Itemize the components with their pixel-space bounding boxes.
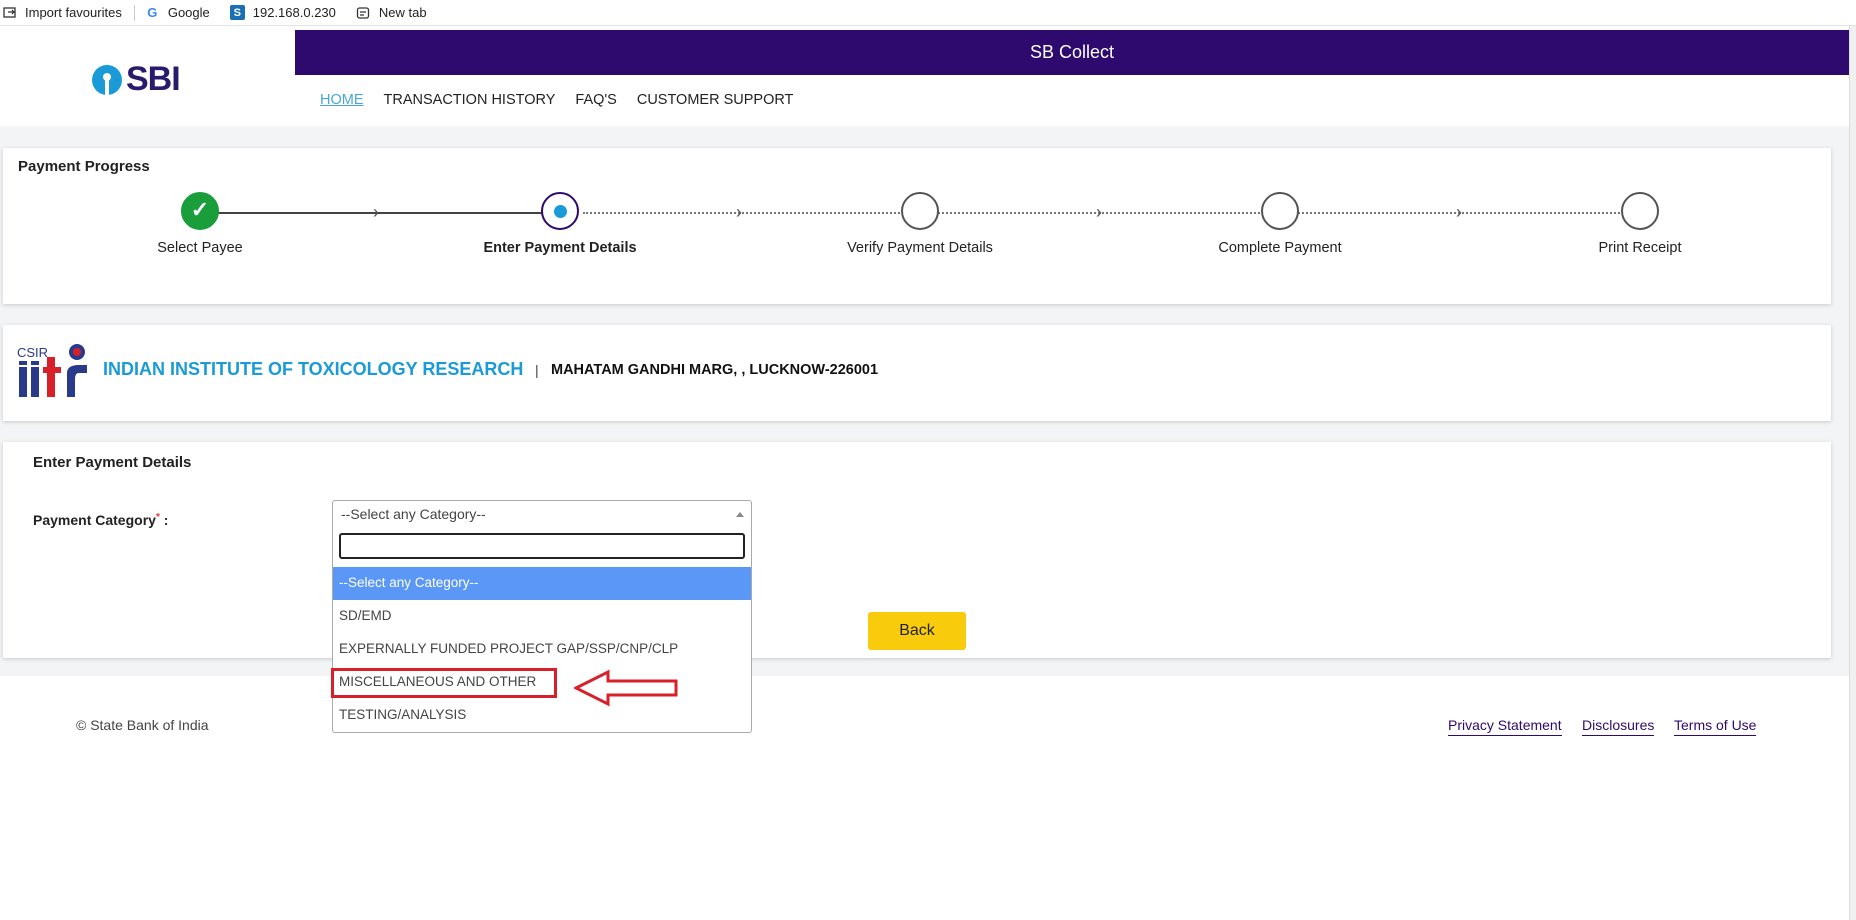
payment-category-select[interactable]: --Select any Category-- (332, 500, 752, 528)
bookmark-label: Import favourites (25, 5, 122, 20)
bookmark-label: New tab (378, 5, 427, 20)
bookmark-new-tab[interactable]: New tab (356, 5, 427, 20)
nav-transaction-history[interactable]: TRANSACTION HISTORY (384, 92, 556, 108)
payment-progress-card: Payment Progress › › › › ✓ Select Payee … (3, 148, 1831, 304)
dropdown-option-externally-funded[interactable]: EXPERNALLY FUNDED PROJECT GAP/SSP/CNP/CL… (333, 633, 751, 666)
dropdown-option-testing-analysis[interactable]: TESTING/ANALYSIS (333, 699, 751, 732)
disclosures-link[interactable]: Disclosures (1582, 717, 1655, 736)
dropdown-option-select-any[interactable]: --Select any Category-- (333, 567, 751, 600)
annotation-arrow-icon (574, 669, 678, 707)
chevron-right-icon: › (736, 202, 742, 222)
check-icon: ✓ (190, 197, 210, 222)
sbi-logo-icon (92, 64, 122, 95)
site-header: SBI SB Collect HOME TRANSACTION HISTORY … (0, 30, 1849, 126)
step-complete-payment: Complete Payment (1180, 192, 1380, 256)
payee-address: MAHATAM GANDHI MARG, , LUCKNOW-226001 (551, 362, 879, 378)
sbi-logo-text: SBI (126, 60, 181, 98)
caret-up-icon (736, 512, 744, 517)
selected-category: --Select any Category-- (341, 506, 486, 522)
site-s-icon: S (229, 5, 245, 20)
payment-category-label: Payment Category* : (33, 512, 168, 528)
payee-name: INDIAN INSTITUTE OF TOXICOLOGY RESEARCH (103, 359, 524, 379)
dropdown-search-input[interactable] (339, 533, 745, 559)
back-button[interactable]: Back (868, 612, 966, 650)
app-title: SB Collect (1029, 42, 1115, 62)
import-icon (2, 5, 17, 20)
bookmark-local-ip[interactable]: S 192.168.0.230 (229, 5, 336, 20)
sbi-logo[interactable]: SBI (92, 60, 181, 99)
nav-faqs[interactable]: FAQ'S (575, 92, 616, 108)
privacy-statement-link[interactable]: Privacy Statement (1448, 717, 1562, 736)
payment-details-title: Enter Payment Details (33, 454, 192, 471)
payment-category-label-text: Payment Category (33, 512, 156, 528)
step-label: Select Payee (157, 240, 243, 256)
chevron-right-icon: › (373, 202, 379, 222)
step-print-receipt: Print Receipt (1540, 192, 1740, 256)
main-nav: HOME TRANSACTION HISTORY FAQ'S CUSTOMER … (320, 92, 813, 108)
bookmark-import-favourites[interactable]: Import favourites (2, 5, 122, 20)
step-pending-icon (1261, 192, 1299, 230)
google-icon: G (147, 5, 158, 20)
footer-copyright: © State Bank of India (76, 717, 209, 733)
iitr-logo: CSIR (17, 343, 93, 399)
chevron-right-icon: › (1096, 202, 1102, 222)
footer-links: Privacy Statement (1448, 717, 1562, 736)
page-scrollbar[interactable] (1849, 26, 1856, 920)
required-marker: * (155, 512, 160, 523)
bookmark-google[interactable]: G Google (145, 5, 210, 20)
footer-links: Terms of Use (1674, 717, 1757, 736)
terms-of-use-link[interactable]: Terms of Use (1674, 717, 1757, 736)
payee-info-card: CSIR INDIAN INSTITUTE OF TOXICOLOGY RESE… (3, 325, 1831, 421)
step-label: Complete Payment (1218, 240, 1342, 256)
bookmark-label: Google (167, 5, 210, 20)
new-tab-icon (356, 5, 371, 20)
step-done-icon: ✓ (181, 192, 219, 230)
step-label: Print Receipt (1598, 240, 1682, 256)
step-select-payee: ✓ Select Payee (100, 192, 300, 256)
nav-home[interactable]: HOME (320, 92, 364, 108)
step-enter-payment-details: Enter Payment Details (460, 192, 660, 256)
step-label: Enter Payment Details (483, 240, 637, 256)
nav-customer-support[interactable]: CUSTOMER SUPPORT (637, 92, 794, 108)
dropdown-option-sd-emd[interactable]: SD/EMD (333, 600, 751, 633)
bookmark-divider (133, 4, 135, 21)
label-colon: : (163, 512, 169, 528)
step-pending-icon (1621, 192, 1659, 230)
chevron-right-icon: › (1456, 202, 1462, 222)
step-label: Verify Payment Details (847, 240, 993, 256)
bookmarks-bar: Import favourites G Google S 192.168.0.2… (0, 0, 1856, 26)
footer-links: Disclosures (1582, 717, 1655, 736)
step-active-icon (541, 192, 579, 230)
bookmark-label: 192.168.0.230 (252, 5, 336, 20)
payment-category-dropdown: --Select any Category-- SD/EMD EXPERNALL… (332, 527, 752, 733)
app-title-bar: SB Collect (295, 30, 1849, 75)
svg-text:CSIR: CSIR (17, 345, 48, 360)
payee-separator: | (535, 362, 539, 378)
payment-details-card: Enter Payment Details Payment Category* … (3, 442, 1831, 658)
step-pending-icon (901, 192, 939, 230)
payment-progress-title: Payment Progress (18, 158, 150, 175)
step-verify-payment-details: Verify Payment Details (820, 192, 1020, 256)
annotation-highlight-box (331, 668, 557, 698)
